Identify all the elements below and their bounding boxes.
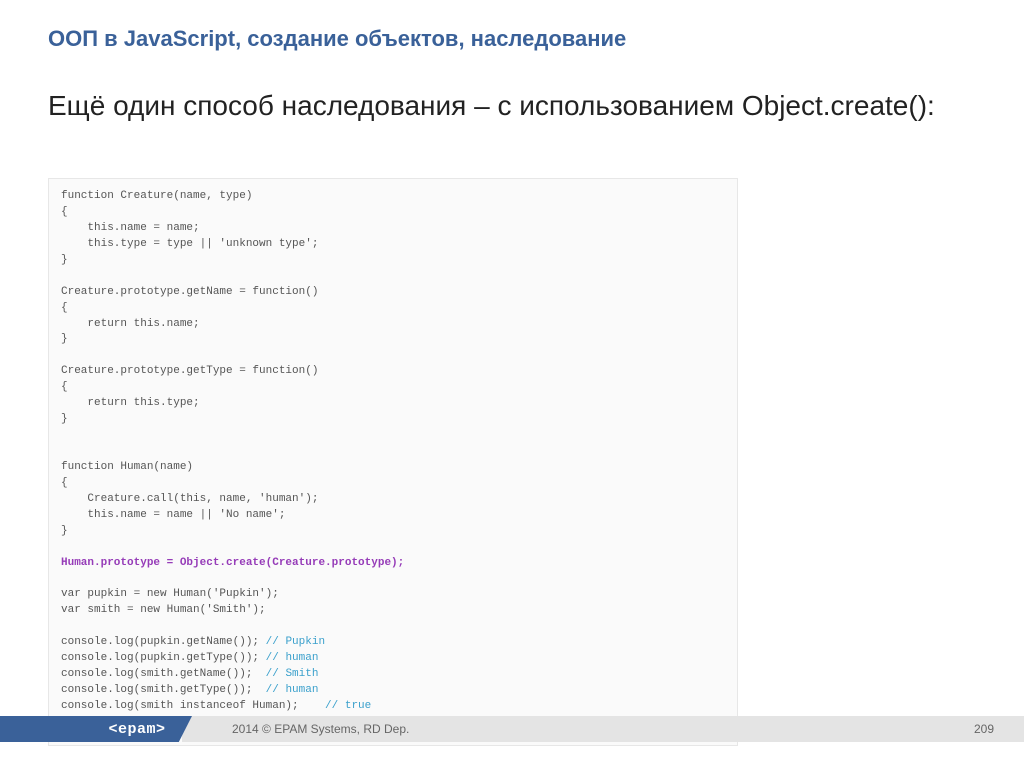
highlighted-line: Human.prototype = Object.create(Creature…	[61, 557, 404, 569]
footer: <epam> 2014 © EPAM Systems, RD Dep. 209	[0, 716, 1024, 742]
slide: ООП в JavaScript, создание объектов, нас…	[0, 0, 1024, 767]
code-block: function Creature(name, type) { this.nam…	[48, 178, 738, 746]
code-content: function Creature(name, type) { this.nam…	[61, 189, 725, 731]
footer-copyright: 2014 © EPAM Systems, RD Dep.	[232, 722, 409, 736]
footer-accent	[0, 716, 82, 742]
slide-subtitle: Ещё один способ наследования – с использ…	[48, 88, 935, 123]
epam-logo: <epam>	[82, 716, 192, 742]
slide-title: ООП в JavaScript, создание объектов, нас…	[48, 26, 626, 52]
page-number: 209	[974, 722, 994, 736]
footer-bar: 2014 © EPAM Systems, RD Dep. 209	[182, 716, 1024, 742]
